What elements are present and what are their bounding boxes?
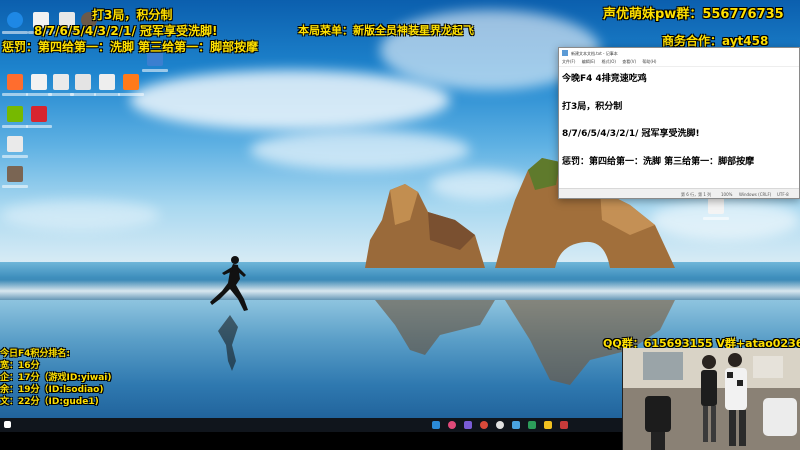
avatar-icon [7,166,23,182]
desktop-app-icon[interactable] [26,106,52,132]
desktop-file-icon[interactable] [48,74,74,100]
nvidia-icon [7,106,23,122]
desktop-file-icon[interactable] [94,74,120,100]
wallpaper-cloud [250,130,470,170]
wallpaper-surf [0,280,800,302]
taskbar-app-icon[interactable] [560,421,568,429]
notepad-title: 新建文本文档.txt - 记事本 [571,51,618,56]
ranking-row: 文：22分（ID:gude1) [0,397,99,407]
notepad-line: 惩罚：第四给第一：洗脚 第三给第一：脚部按摩 [562,156,755,167]
desktop-app-icon[interactable] [2,106,28,132]
taskbar-app-icon[interactable] [448,421,456,429]
notepad-title-bar[interactable]: 新建文本文档.txt - 记事本 [559,48,799,59]
taskbar-app-icon[interactable] [512,421,520,429]
taskbar-app-icon[interactable] [464,421,472,429]
desktop-app-icon[interactable] [2,74,28,100]
menu-item-view[interactable]: 查看(V) [622,59,636,64]
webcam-feed [622,348,800,450]
file-icon [53,74,69,90]
notepad-line [562,142,799,156]
overlay-rules-line2: 8/7/6/5/4/3/2/1/ 冠军享受洗脚! [34,24,218,38]
notepad-line: 今晚F4 4排竞速吃鸡 [562,74,647,84]
wallpaper-cloud [130,70,450,130]
rock-reflection-left [375,300,495,355]
desktop-app-icon[interactable] [118,74,144,100]
status-encoding: UTF-8 [777,192,789,197]
notepad-status-bar: 第 6 行，第 1 列 100% Windows (CRLF) UTF-8 [559,188,799,198]
status-zoom: 100% [721,192,733,197]
desktop-avatar-icon[interactable] [2,166,28,192]
file-icon [31,74,47,90]
stream-bottom-bar [0,432,622,450]
overlay-rules-line3: 惩罚：第四给第一：洗脚 第三给第一：脚部按摩 [2,40,259,54]
webcam-scene [623,348,800,450]
taskbar-app-icon[interactable] [544,421,552,429]
notepad-line: 打3局，积分制 [562,101,623,112]
menu-item-format[interactable]: 格式(O) [602,59,616,64]
notepad-icon [562,50,568,56]
menu-item-help[interactable]: 帮助(H) [642,59,656,64]
status-cursor-position: 第 6 行，第 1 列 [681,192,712,197]
file-icon [7,136,23,152]
wallpaper-cloud [0,200,160,230]
app-icon-red [31,106,47,122]
file-icon [75,74,91,90]
taskbar-app-icon[interactable] [480,421,488,429]
overlay-menu-banner: 本局菜单：新版全员神装星界龙起飞 [298,24,474,37]
notepad-line: 8/7/6/5/4/3/2/1/ 冠军享受洗脚! [562,129,700,140]
desktop-file-icon[interactable] [2,136,28,162]
overlay-group-label: 声优萌妹pw群：556776735 [603,7,784,22]
windows-start-icon[interactable] [4,421,11,428]
rock-formation-left [365,184,485,268]
menu-item-file[interactable]: 文件(F) [562,59,575,64]
desktop-app-icon[interactable] [2,12,28,38]
notepad-menu-bar: 文件(F) 编辑(E) 格式(O) 查看(V) 帮助(H) [559,59,799,67]
file-icon [708,198,724,214]
notepad-window[interactable]: 新建文本文档.txt - 记事本 文件(F) 编辑(E) 格式(O) 查看(V)… [558,47,800,199]
status-line-ending: Windows (CRLF) [739,192,772,197]
menu-item-edit[interactable]: 编辑(E) [582,59,596,64]
taskbar-app-icon[interactable] [496,421,504,429]
file-icon [99,74,115,90]
runner-silhouette [210,256,248,311]
taskbar-app-icon[interactable] [528,421,536,429]
desktop-file-icon[interactable] [70,74,96,100]
notepad-line [562,87,799,101]
desktop-file-icon[interactable] [26,74,52,100]
notepad-line [562,114,799,128]
taskbar-app-icon[interactable] [432,421,440,429]
app-icon-orange [123,74,139,90]
desktop-file-icon[interactable] [703,198,729,224]
notepad-text-area[interactable]: 今晚F4 4排竞速吃鸡 打3局，积分制 8/7/6/5/4/3/2/1/ 冠军享… [559,67,799,185]
overlay-rules-line1: 打3局，积分制 [92,8,173,22]
runner-reflection [218,315,238,371]
app-icon-orange [7,74,23,90]
app-icon-blue-circle [7,12,23,28]
taskbar [0,418,622,432]
